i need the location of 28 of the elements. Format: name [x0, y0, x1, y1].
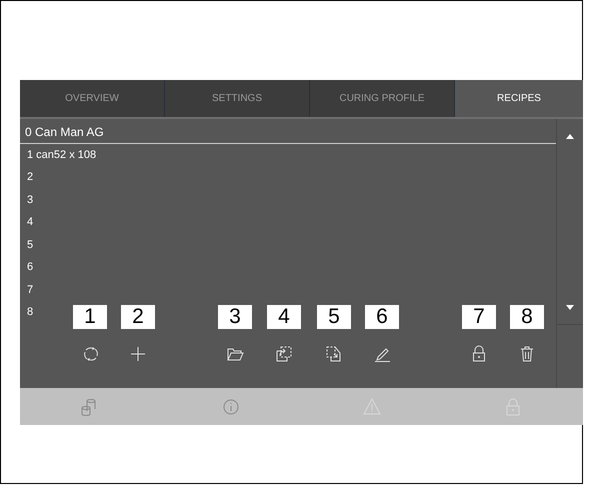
- export-button[interactable]: [326, 346, 342, 362]
- tab[interactable]: RECIPES: [455, 80, 583, 117]
- scroll-up-icon[interactable]: [566, 134, 574, 138]
- pencil-button[interactable]: [374, 346, 390, 362]
- trash-button[interactable]: [519, 346, 535, 362]
- scroll-down-icon[interactable]: [566, 305, 574, 310]
- callout-number: 5: [317, 305, 351, 329]
- recipe-row[interactable]: 0 Can Man AG: [20, 121, 556, 144]
- recipe-row[interactable]: 4: [20, 211, 36, 234]
- padlock-button[interactable]: [471, 346, 487, 362]
- refresh-button[interactable]: [82, 346, 98, 362]
- callout-number: 2: [121, 305, 155, 329]
- callout-number: 8: [510, 305, 544, 329]
- callout-number: 3: [218, 305, 252, 329]
- callout-number: 6: [365, 305, 399, 329]
- callout-number: 7: [462, 305, 496, 329]
- callout-number: 4: [267, 305, 301, 329]
- recipe-row[interactable]: 7: [20, 278, 36, 301]
- add-button[interactable]: [130, 346, 146, 362]
- recipe-row[interactable]: 8: [20, 301, 36, 324]
- recipe-row[interactable]: 5: [20, 234, 36, 256]
- import-button[interactable]: [276, 346, 292, 362]
- recipe-row[interactable]: 2: [20, 166, 36, 188]
- recipe-row[interactable]: 1 can52 x 108: [20, 144, 100, 166]
- callout-number: 1: [73, 305, 107, 329]
- recipe-row[interactable]: 6: [20, 256, 36, 278]
- recipe-row[interactable]: 3: [20, 188, 36, 211]
- folder-button[interactable]: [227, 346, 243, 362]
